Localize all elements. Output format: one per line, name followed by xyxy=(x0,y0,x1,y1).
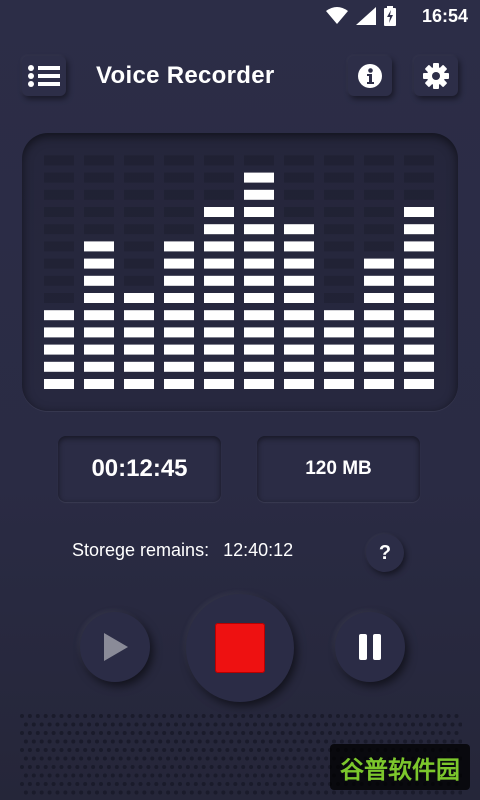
watermark: 谷普软件园 xyxy=(330,744,470,790)
app-bar: Voice Recorder xyxy=(0,52,480,100)
equalizer-bar xyxy=(124,155,154,389)
status-bar: 16:54 xyxy=(0,0,480,32)
file-size-display: 120 MB xyxy=(257,436,420,502)
play-icon xyxy=(104,633,128,661)
equalizer-bar xyxy=(164,155,194,389)
equalizer-bar xyxy=(404,155,434,389)
equalizer-panel xyxy=(22,133,458,411)
equalizer-bar xyxy=(44,155,74,389)
wifi-icon xyxy=(326,7,348,24)
storage-label: Storege remains: xyxy=(72,540,210,560)
elapsed-time-display: 00:12:45 xyxy=(58,436,221,502)
info-icon xyxy=(358,64,382,88)
equalizer-bar xyxy=(244,155,274,389)
watermark-logo: 谷普软件园 xyxy=(340,756,460,784)
status-time: 16:54 xyxy=(421,6,468,26)
pause-icon xyxy=(359,634,381,660)
equalizer-bar xyxy=(364,155,394,389)
storage-info: Storege remains: 12:40:12 xyxy=(72,540,293,561)
settings-button[interactable] xyxy=(414,56,458,96)
list-menu-icon xyxy=(28,65,60,87)
status-icons xyxy=(326,6,396,26)
equalizer-bar xyxy=(84,155,114,389)
signal-icon xyxy=(356,7,376,25)
menu-button[interactable] xyxy=(22,56,66,96)
battery-charging-icon xyxy=(384,6,396,26)
app-title: Voice Recorder xyxy=(96,62,275,89)
gear-icon xyxy=(423,63,449,89)
play-button[interactable] xyxy=(80,612,150,682)
stop-icon xyxy=(215,623,265,673)
equalizer-bars xyxy=(44,155,434,389)
info-button[interactable] xyxy=(348,56,392,96)
equalizer-bar xyxy=(284,155,314,389)
stop-button[interactable] xyxy=(186,594,294,702)
pause-button[interactable] xyxy=(335,612,405,682)
equalizer-bar xyxy=(204,155,234,389)
equalizer-bar xyxy=(324,155,354,389)
storage-value: 12:40:12 xyxy=(223,540,294,560)
help-button[interactable]: ? xyxy=(366,534,404,572)
